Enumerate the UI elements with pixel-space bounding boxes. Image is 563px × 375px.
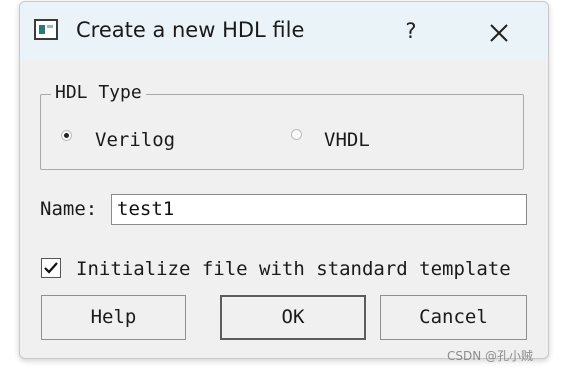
- cancel-button[interactable]: Cancel: [380, 295, 527, 340]
- close-icon[interactable]: [482, 16, 516, 50]
- initialize-template-checkbox[interactable]: [41, 258, 61, 278]
- name-field-label: Name:: [40, 198, 98, 220]
- hdl-type-group-label: HDL Type: [51, 82, 146, 104]
- vhdl-radio-label[interactable]: VHDL: [324, 129, 370, 151]
- app-icon: [34, 19, 58, 40]
- csdn-watermark: CSDN @孔小贼: [447, 349, 534, 363]
- ok-button[interactable]: OK: [220, 295, 366, 340]
- dialog-title: Create a new HDL file: [76, 18, 305, 42]
- vhdl-radio[interactable]: [291, 129, 302, 140]
- help-button[interactable]: Help: [41, 295, 186, 340]
- verilog-radio-label[interactable]: Verilog: [95, 129, 175, 151]
- create-hdl-dialog: Create a new HDL file ? HDL Type Verilog…: [19, 1, 549, 359]
- title-bar[interactable]: Create a new HDL file ?: [20, 2, 548, 60]
- name-input[interactable]: test1: [111, 194, 527, 225]
- verilog-radio[interactable]: [61, 130, 72, 141]
- initialize-template-label[interactable]: Initialize file with standard template: [76, 258, 511, 280]
- help-question-icon[interactable]: ?: [396, 16, 426, 46]
